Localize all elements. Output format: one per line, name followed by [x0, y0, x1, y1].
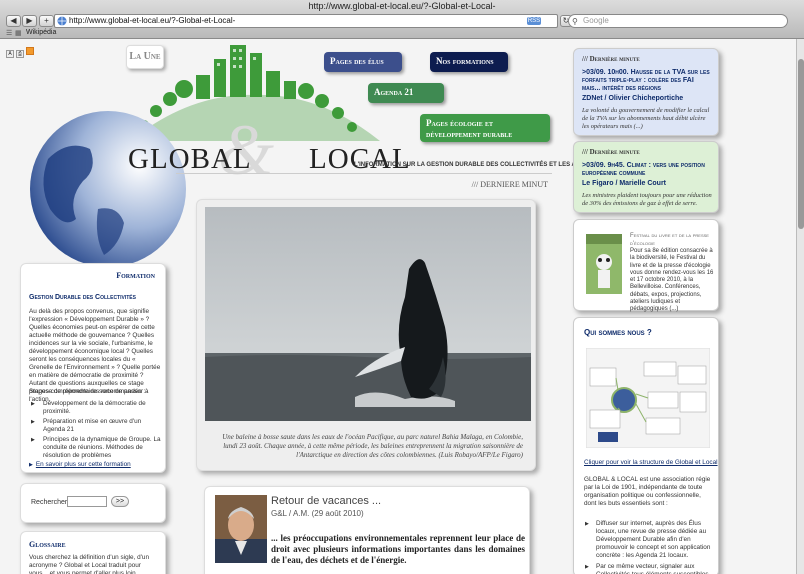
article-meta: G&L / A.M. (29 août 2010) [271, 509, 364, 518]
festival-card: Festival du livre et de la presse d'écol… [573, 219, 719, 313]
festival-poster-image[interactable] [586, 234, 622, 294]
site-search-panel: Rechercher : >> [20, 483, 166, 523]
news-header: /// Dernière minute [582, 55, 640, 63]
latest-news-strip[interactable]: /// DERNIERE MINUT [204, 180, 550, 194]
site-search-input[interactable] [67, 496, 107, 507]
about-us-heading: Qui sommes nous ? [584, 328, 652, 337]
scrollbar-thumb[interactable] [798, 59, 804, 229]
search-submit-button[interactable]: >> [111, 496, 129, 507]
organization-structure-diagram[interactable] [586, 348, 710, 448]
article-card: Retour de vacances ... G&L / A.M. (29 ao… [204, 486, 530, 574]
search-input[interactable]: ⚲ Google [568, 14, 788, 28]
back-button[interactable]: ◀ [6, 15, 21, 27]
logo-global: GLOBAL [128, 143, 251, 175]
site-tagline: L'INFORMATION SUR LA GESTION DURABLE DES… [354, 162, 606, 168]
glossary-panel: Glossaire Vous cherchez la définition d'… [20, 531, 166, 574]
list-item: Développement de la démocratie de proxim… [29, 400, 161, 416]
logo-local: LOCAL [309, 143, 411, 175]
nav-pages-ecologie[interactable]: Pages écologie et développement durable [420, 114, 550, 142]
url-text: http://www.global-et-local.eu/?-Global-e… [69, 16, 236, 25]
window-title: http://www.global-et-local.eu/?-Global-e… [308, 1, 496, 11]
latest-news-card-1: /// Dernière minute >03/09. 10h00. Hauss… [573, 48, 719, 136]
earth-globe-illustration [30, 111, 186, 267]
stages-label: Stages complémentaires recommandés : [29, 388, 146, 395]
formation-panel: Formation Gestion Durable des Collectivi… [20, 263, 166, 473]
about-us-text: GLOBAL & LOCAL est une association régie… [584, 476, 711, 507]
news-source: Le Figaro / Marielle Court [582, 180, 667, 187]
page-tools: A ⎙ [6, 42, 36, 60]
print-icon[interactable]: ⎙ [16, 50, 24, 58]
feed-icon[interactable] [26, 47, 34, 55]
photo-caption: Une baleine à bosse saute dans les eaux … [222, 433, 523, 459]
news-header: /// Dernière minute [582, 148, 640, 156]
article-summary: ... les préoccupations environnementales… [271, 533, 525, 565]
about-us-panel: Qui sommes nous ? Cliquer pour voir la s… [573, 317, 719, 574]
list-item: Diffuser sur internet, auprès des Élus l… [584, 520, 714, 560]
news-headline[interactable]: >03/09. 10h00. Hausse de la TVA sur les … [582, 69, 714, 93]
address-bar[interactable]: http://www.global-et-local.eu/?-Global-e… [54, 14, 558, 28]
vertical-scrollbar[interactable] [796, 39, 804, 574]
structure-link[interactable]: Cliquer pour voir la structure de Global… [584, 459, 718, 466]
text-size-icon[interactable]: A [6, 50, 14, 58]
bookmarks-book-icon[interactable]: ☰ [6, 29, 12, 37]
bookmarks-grid-icon[interactable]: ▦ [15, 29, 22, 37]
search-icon: ⚲ [572, 17, 578, 26]
list-item: Préparation et mise en œuvre d'un Agenda… [29, 418, 161, 434]
stages-list: Développement de la démocratie de proxim… [29, 400, 161, 462]
formation-subheading[interactable]: Gestion Durable des Collectivités [29, 294, 136, 301]
news-source: ZDNet / Olivier Chicheportiche [582, 95, 684, 102]
search-placeholder: Google [583, 16, 609, 25]
author-portrait-photo[interactable] [215, 495, 267, 563]
search-label: Rechercher : [31, 499, 72, 506]
featured-photo-panel: Une baleine à bosse saute dans les eaux … [196, 199, 536, 471]
formation-more-link[interactable]: En savoir plus sur cette formation [29, 461, 131, 468]
news-summary: La volonté du gouvernement de modifier l… [582, 107, 710, 130]
header-divider [176, 173, 552, 174]
bookmark-wikipedia[interactable]: Wikipédia [26, 29, 56, 36]
forward-button[interactable]: ▶ [22, 15, 37, 27]
goals-list: Diffuser sur internet, auprès des Élus l… [584, 520, 714, 574]
news-headline[interactable]: >03/09. 9h45. Climat : vers une position… [582, 162, 714, 178]
glossary-heading[interactable]: Glossaire [29, 540, 66, 549]
article-title[interactable]: Retour de vacances ... [271, 495, 381, 507]
glossary-text: Vous cherchez la définition d'un sigle, … [29, 554, 150, 574]
humpback-whale-photo[interactable] [205, 207, 531, 421]
list-item: Par ce même vecteur, signaler aux Collec… [584, 563, 714, 574]
bookmarks-bar: ☰ ▦ Wikipédia [0, 29, 804, 39]
latest-news-card-2: /// Dernière minute >03/09. 9h45. Climat… [573, 141, 719, 213]
site-globe-icon [57, 16, 67, 26]
list-item: Principes de la dynamique de Groupe. La … [29, 436, 161, 460]
formation-heading: Formation [116, 271, 155, 280]
nav-nos-formations[interactable]: Nos formations [430, 52, 508, 72]
festival-text: Pour sa 8e édition consacrée à la biodiv… [630, 248, 714, 313]
news-summary: Les ministres plaident toujours pour une… [582, 192, 712, 207]
browser-toolbar: http://www.global-et-local.eu/?-Global-e… [0, 0, 804, 39]
site-logo[interactable]: GLOBAL LOCAL [128, 143, 411, 176]
rss-icon[interactable]: RSS [527, 17, 541, 25]
festival-title[interactable]: Festival du livre et de la presse d'écol… [630, 232, 718, 248]
new-tab-button[interactable]: + [39, 15, 54, 27]
web-page: A ⎙ La Une Pages des élus Nos formations … [0, 39, 796, 574]
